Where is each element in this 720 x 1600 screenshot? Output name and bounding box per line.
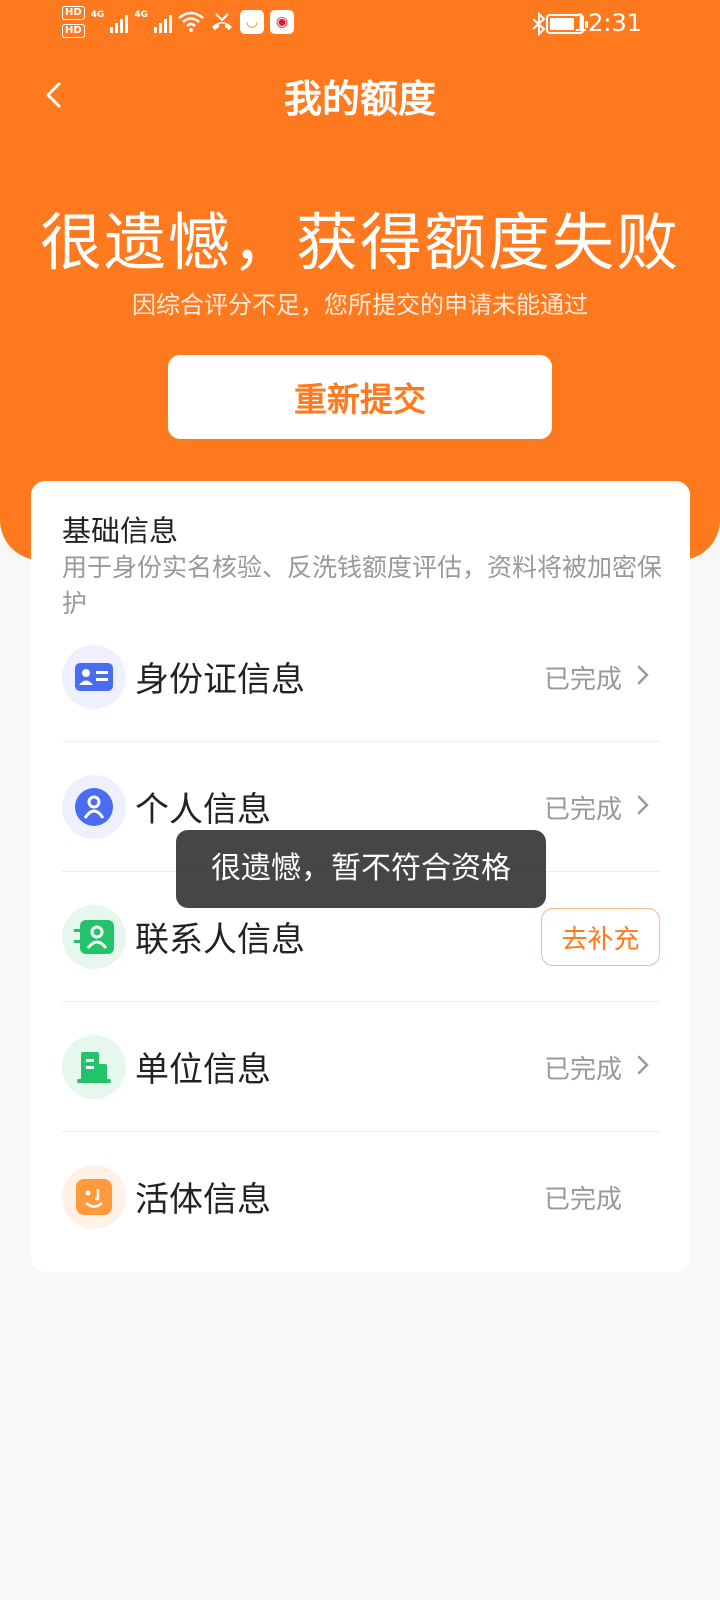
status-text: 已完成 — [543, 795, 622, 825]
page-title: 我的额度 — [283, 77, 436, 121]
sim2-tag: 4G — [134, 10, 148, 20]
result-subtitle: 因综合评分不足，您所提交的申请未能通过 — [132, 291, 588, 319]
status-bar: HD HD 4G 4G ◡ ◉ 12:31 — [0, 0, 720, 50]
card-title: 基础信息 — [62, 514, 179, 548]
list-item-employer[interactable]: 单位信息 已完成 — [62, 1002, 660, 1132]
item-label: 联系人信息 — [135, 920, 305, 960]
resubmit-button[interactable]: 重新提交 — [168, 355, 552, 439]
id-card-icon — [62, 645, 126, 709]
missed-call-icon — [211, 13, 232, 30]
hd1-badge: HD — [62, 6, 85, 20]
shopping-app-icon: ◡ — [239, 10, 264, 34]
signal2-icon — [153, 11, 172, 33]
item-label: 单位信息 — [135, 1050, 271, 1090]
supplement-button[interactable]: 去补充 — [541, 908, 660, 966]
wifi-icon — [178, 11, 204, 32]
item-label: 活体信息 — [135, 1180, 271, 1220]
signal1-icon — [110, 11, 129, 33]
list-item-liveness[interactable]: 活体信息 已完成 — [62, 1132, 660, 1262]
list-item-id-card[interactable]: 身份证信息 已完成 — [62, 612, 660, 742]
face-icon — [62, 1165, 126, 1229]
status-text: 已完成 — [543, 1055, 622, 1085]
contacts-icon — [62, 905, 126, 969]
hd2-badge: HD — [62, 24, 85, 38]
person-icon — [62, 775, 126, 839]
result-title: 很遗憾，获得额度失败 — [39, 206, 680, 279]
chevron-right-icon — [637, 795, 649, 815]
sim1-tag: 4G — [90, 10, 105, 20]
clock: 12:31 — [572, 9, 642, 37]
chevron-right-icon — [637, 665, 649, 685]
building-icon — [62, 1035, 126, 1099]
status-left: HD HD 4G 4G ◡ ◉ — [62, 6, 294, 38]
weibo-icon: ◉ — [269, 10, 294, 34]
item-label: 身份证信息 — [135, 660, 305, 700]
toast-message: 很遗憾，暂不符合资格 — [176, 830, 546, 908]
status-text: 已完成 — [543, 1185, 622, 1215]
status-text: 已完成 — [543, 665, 622, 695]
nav-bar: 我的额度 — [0, 60, 720, 130]
chevron-right-icon — [637, 1055, 649, 1075]
hd-indicators: HD HD — [62, 6, 85, 38]
battery-level — [550, 18, 574, 30]
item-label: 个人信息 — [135, 790, 271, 830]
